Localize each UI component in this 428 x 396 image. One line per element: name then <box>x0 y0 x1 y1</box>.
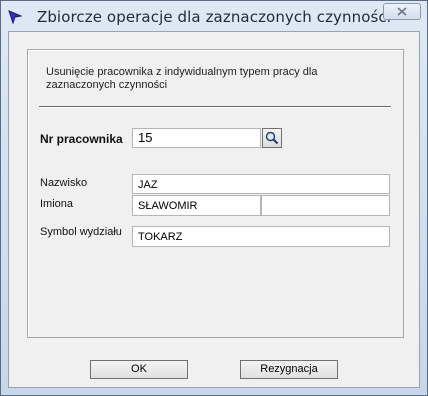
ok-button[interactable]: OK <box>90 360 188 379</box>
search-icon <box>265 131 279 145</box>
dialog-body: Usunięcie pracownika z indywidualnym typ… <box>8 31 420 388</box>
close-icon <box>397 7 407 16</box>
first-names-label: Imiona <box>40 198 74 210</box>
department-label: Symbol wydziału <box>40 226 122 238</box>
employee-number-label: Nr pracownika <box>40 132 123 146</box>
cancel-button[interactable]: Rezygnacja <box>240 360 338 379</box>
window-title: Zbiorcze operacje dla zaznaczonych czynn… <box>36 8 392 26</box>
department-field[interactable]: TOKARZ <box>132 226 390 247</box>
first-name-field[interactable]: SŁAWOMIR <box>132 195 261 216</box>
surname-field[interactable]: JAZ <box>132 174 390 194</box>
title-bar[interactable]: Zbiorcze operacje dla zaznaczonych czynn… <box>1 1 427 31</box>
close-button[interactable] <box>383 3 421 20</box>
employee-number-input[interactable]: 15 <box>132 128 261 148</box>
search-button[interactable] <box>262 128 282 148</box>
second-name-field[interactable] <box>261 195 390 216</box>
form-group: Usunięcie pracownika z indywidualnym typ… <box>27 49 404 338</box>
divider <box>39 106 391 108</box>
surname-label: Nazwisko <box>40 177 88 189</box>
dialog-window: Zbiorcze operacje dla zaznaczonych czynn… <box>0 0 428 396</box>
operation-description: Usunięcie pracownika z indywidualnym typ… <box>46 66 318 91</box>
